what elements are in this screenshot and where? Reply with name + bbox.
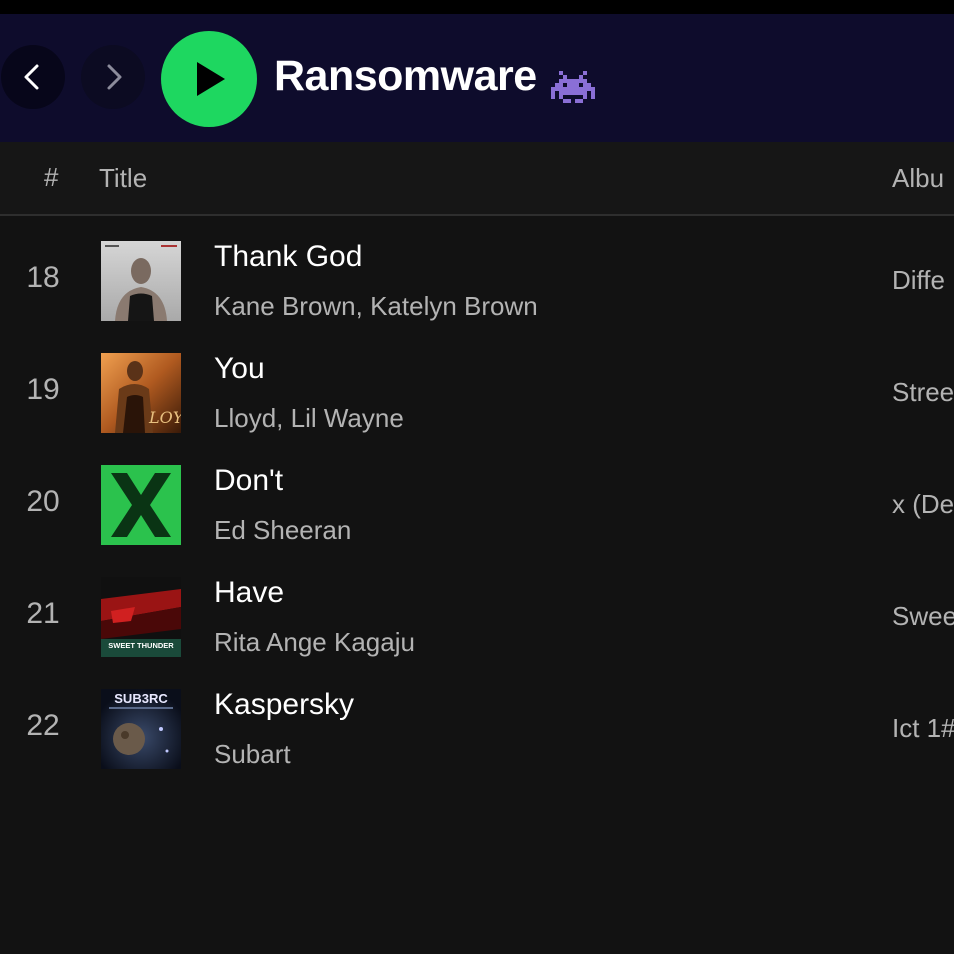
alien-monster-icon (551, 71, 595, 103)
track-album[interactable]: Diffe (892, 265, 945, 296)
spotify-playlist-view: Ransomware # Title Albu 18 Thank God Kan… (0, 0, 954, 954)
track-title[interactable]: Don't (214, 464, 283, 498)
album-art-text: SWEET THUNDER (108, 641, 174, 650)
track-album[interactable]: Ict 1# (892, 713, 954, 744)
track-number: 20 (26, 485, 60, 518)
track-title[interactable]: Have (214, 576, 284, 610)
playlist-title: Ransomware (274, 51, 537, 100)
track-artists[interactable]: Lloyd, Lil Wayne (214, 403, 404, 434)
track-title[interactable]: You (214, 352, 265, 386)
track-artists[interactable]: Subart (214, 739, 291, 770)
track-table-header: # Title Albu (0, 142, 954, 216)
track-row[interactable]: 22 SUB3RC Kaspersky Subart Ict 1# (0, 664, 954, 776)
track-artists[interactable]: Ed Sheeran (214, 515, 351, 546)
forward-button[interactable] (81, 45, 145, 109)
track-number: 19 (26, 373, 60, 406)
track-artists[interactable]: Kane Brown, Katelyn Brown (214, 291, 538, 322)
column-album-header[interactable]: Albu (892, 163, 944, 194)
playlist-header: Ransomware (0, 14, 954, 142)
album-art-subarc: SUB3RC (101, 689, 181, 769)
album-art-street-love: LOY (101, 353, 181, 433)
track-album[interactable]: x (De (892, 489, 954, 520)
window-top-strip (0, 0, 954, 14)
track-number: 22 (26, 709, 60, 742)
track-row[interactable]: 19 LOY You Lloyd, Lil Wayne Stree (0, 328, 954, 440)
play-icon (197, 62, 225, 96)
track-row[interactable]: 20 Don't Ed Sheeran x (De (0, 440, 954, 552)
track-number: 18 (26, 261, 60, 294)
column-index-header[interactable]: # (44, 162, 58, 193)
album-art-x (101, 465, 181, 545)
play-button[interactable] (161, 31, 257, 127)
chevron-left-icon (24, 64, 39, 90)
album-art-text: SUB3RC (114, 691, 168, 706)
track-row[interactable]: 18 Thank God Kane Brown, Katelyn Brown D… (0, 216, 954, 328)
track-title[interactable]: Kaspersky (214, 688, 354, 722)
track-number: 21 (26, 597, 60, 630)
svg-text:LOY: LOY (148, 408, 181, 427)
track-album[interactable]: Swee (892, 601, 954, 632)
column-title-header[interactable]: Title (99, 163, 147, 194)
track-artists[interactable]: Rita Ange Kagaju (214, 627, 415, 658)
chevron-right-icon (107, 64, 122, 90)
track-row[interactable]: 21 SWEET THUNDER Have Rita Ange Kagaju S… (0, 552, 954, 664)
track-album[interactable]: Stree (892, 377, 954, 408)
track-title[interactable]: Thank God (214, 240, 362, 274)
back-button[interactable] (1, 45, 65, 109)
album-art-thank-god (101, 241, 181, 321)
album-art-sweet-thunder: SWEET THUNDER (101, 577, 181, 657)
